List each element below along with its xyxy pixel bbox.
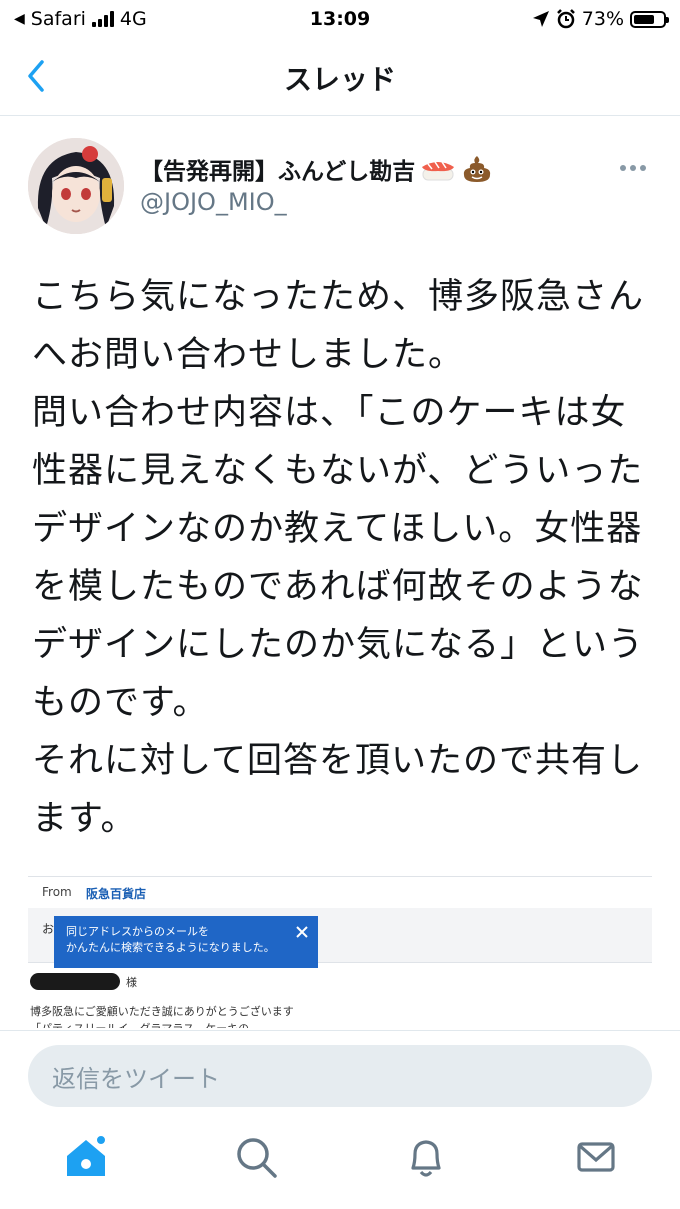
email-body-line: 博多阪急にご愛顧いただき誠にありがとうございます <box>30 1005 294 1018</box>
poop-icon <box>464 156 491 182</box>
mail-icon <box>577 1142 615 1172</box>
home-icon <box>67 1134 107 1176</box>
display-name-text: 【告発再開】ふんどし勘吉 <box>140 159 416 185</box>
tweet-paragraph: 問い合わせ内容は、「このケーキは女性器に見えなくもないが、どういったデザインなの… <box>32 393 645 723</box>
more-options-button[interactable] <box>620 158 650 178</box>
avatar[interactable] <box>28 138 124 234</box>
tab-search[interactable] <box>226 1132 286 1192</box>
reply-input[interactable]: 返信をツイート <box>28 1045 652 1107</box>
close-icon <box>296 926 308 938</box>
alarm-icon <box>556 9 575 29</box>
bell-icon <box>411 1140 441 1177</box>
location-icon <box>532 11 549 27</box>
reply-placeholder: 返信をツイート <box>52 1064 220 1093</box>
tweet-paragraph: こちら気になったため、博多阪急さんへお問い合わせしました。 <box>32 277 645 375</box>
tab-messages[interactable] <box>566 1132 626 1192</box>
nav-header: スレッド <box>0 38 680 116</box>
redacted-name <box>30 973 120 990</box>
battery-icon <box>630 10 669 28</box>
email-from-value: 阪急百貨店 <box>86 887 147 901</box>
tweet-media-image[interactable]: From 阪急百貨店 お 同じアドレスからのメールを かんたんに検索できるように… <box>28 876 652 1028</box>
sushi-icon <box>422 161 455 181</box>
reply-area: 返信をツイート <box>0 1030 680 1120</box>
tweet-text: こちら気になったため、博多阪急さんへお問い合わせしました。 問い合わせ内容は、「… <box>32 268 652 848</box>
tooltip-line: かんたんに検索できるようになりました。 <box>66 941 275 954</box>
tab-notifications[interactable] <box>396 1132 456 1192</box>
user-handle[interactable]: @JOJO_MIO_ <box>140 188 287 216</box>
status-bar: ◀ Safari 4G 13:09 73% <box>0 0 680 38</box>
email-tooltip: 同じアドレスからのメールを かんたんに検索できるようになりました。 <box>54 916 318 968</box>
email-header-char: お <box>42 922 55 936</box>
more-dot-icon <box>640 165 646 171</box>
battery-percent: 73% <box>581 8 624 30</box>
tweet-paragraph: それに対して回答を頂いたので共有します。 <box>32 741 643 839</box>
page-title: スレッド <box>283 63 396 96</box>
avatar-image <box>28 138 124 234</box>
tooltip-line: 同じアドレスからのメールを <box>66 925 209 938</box>
email-from-label: From <box>42 885 72 899</box>
display-name[interactable]: 【告発再開】ふんどし勘吉 <box>140 152 493 186</box>
tab-bar <box>0 1120 680 1209</box>
email-body-line: 「パティスリールイ グラマラス ケーキの <box>30 1020 249 1028</box>
tab-home[interactable] <box>56 1132 116 1192</box>
status-right: 73% <box>532 8 669 30</box>
salutation-suffix: 様 <box>126 976 137 989</box>
email-from-row: From 阪急百貨店 <box>28 876 652 910</box>
more-dot-icon <box>630 165 636 171</box>
more-dot-icon <box>620 165 626 171</box>
search-icon <box>237 1138 277 1178</box>
